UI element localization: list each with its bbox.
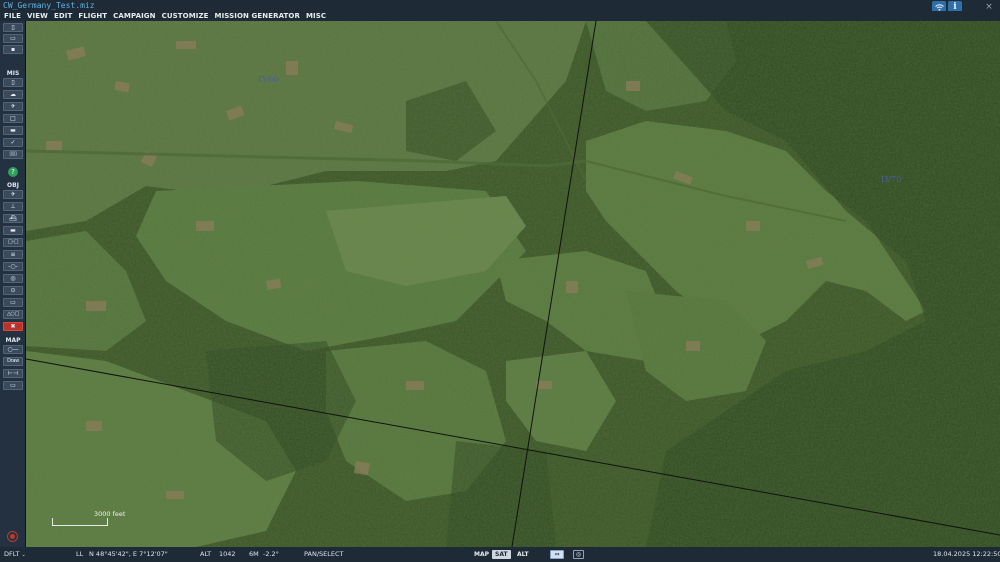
profile-value: DFLT: [4, 550, 20, 558]
map-toggle[interactable]: MAP: [471, 550, 493, 559]
compass-icon[interactable]: [7, 531, 18, 542]
menu-bar: FILE VIEW EDIT FLIGHT CAMPAIGN CUSTOMIZE…: [0, 11, 1000, 21]
coords-label: LL: [76, 550, 84, 558]
bullseye-icon[interactable]: ⊢⊣: [3, 369, 23, 378]
alt-value: 1042: [219, 550, 236, 558]
helicopter-icon[interactable]: ⊥: [3, 202, 23, 211]
menu-flight[interactable]: FLIGHT: [78, 11, 107, 21]
check-icon[interactable]: ✓: [3, 138, 23, 147]
menu-edit[interactable]: EDIT: [54, 11, 72, 21]
new-file-icon[interactable]: ▯: [3, 23, 23, 32]
window-title: CW_Germany_Test.miz: [3, 1, 95, 10]
ruler-icon[interactable]: ○—: [3, 345, 23, 354]
menu-customize[interactable]: CUSTOMIZE: [162, 11, 209, 21]
mode-indicator: PAN/SELECT: [304, 550, 344, 558]
zones-icon[interactable]: ▯▯▯: [3, 150, 23, 159]
open-file-icon[interactable]: ▭: [3, 34, 23, 43]
title-bar: CW_Germany_Test.miz i ×: [0, 0, 1000, 14]
menu-mission-generator[interactable]: MISSION GENERATOR: [215, 11, 300, 21]
alt-label: ALT: [200, 550, 212, 558]
alt-toggle[interactable]: ALT: [514, 550, 532, 559]
mag-label: 6M: [249, 550, 259, 558]
satellite-terrain: [26, 21, 1000, 547]
trigger-icon[interactable]: □: [3, 114, 23, 123]
scale-bar: [52, 518, 108, 526]
coords-value: N 48°45'42", E 7°12'07": [89, 550, 168, 558]
menu-misc[interactable]: MISC: [306, 11, 326, 21]
plane-icon[interactable]: ✈: [3, 190, 23, 199]
target-icon[interactable]: -○-: [3, 262, 23, 271]
menu-view[interactable]: VIEW: [27, 11, 48, 21]
draw-button[interactable]: Draw: [3, 357, 23, 366]
resource-icon[interactable]: ▬: [3, 126, 23, 135]
static-icon[interactable]: □-□: [3, 238, 23, 247]
group-icon[interactable]: ▭: [3, 298, 23, 307]
shapes-icon[interactable]: △○□: [3, 310, 23, 319]
camera-icon[interactable]: ◎: [573, 550, 584, 559]
scale-label: 3000 feet: [94, 510, 126, 518]
section-obj-label: OBJ: [7, 182, 19, 189]
zone-icon[interactable]: ◎: [3, 274, 23, 283]
layers-icon[interactable]: ▭: [3, 381, 23, 390]
delete-icon[interactable]: ✖: [3, 322, 23, 331]
sat-toggle[interactable]: SAT: [492, 550, 511, 559]
grid-toggle-icon[interactable]: ⇔: [550, 550, 564, 559]
aircraft-icon[interactable]: ✈: [3, 102, 23, 111]
vehicle-icon[interactable]: ▬: [3, 226, 23, 235]
nav-icon[interactable]: ⊙: [3, 286, 23, 295]
grid-label: LV70: [881, 175, 902, 184]
map-view[interactable]: LV60 LV70 3000 feet: [26, 21, 1000, 547]
weather-icon[interactable]: ☁: [3, 90, 23, 99]
chevron-down-icon: ⌄: [21, 552, 26, 558]
menu-campaign[interactable]: CAMPAIGN: [113, 11, 155, 21]
ship-icon[interactable]: ⛴: [3, 214, 23, 223]
grid-label: LV60: [258, 75, 279, 84]
save-file-icon[interactable]: ▪: [3, 45, 23, 54]
section-map-label: MAP: [5, 337, 21, 344]
farp-icon[interactable]: ≡: [3, 250, 23, 259]
help-icon[interactable]: ?: [8, 167, 18, 177]
briefing-icon[interactable]: ▯: [3, 78, 23, 87]
menu-file[interactable]: FILE: [4, 11, 21, 21]
datetime: 18.04.2025 12:22:50: [933, 550, 1000, 558]
profile-select[interactable]: DFLT ⌄: [4, 547, 26, 562]
left-toolbar: ▯ ▭ ▪ MIS ▯ ☁ ✈ □ ▬ ✓ ▯▯▯ ? OBJ ✈ ⊥ ⛴ ▬ …: [0, 21, 26, 547]
section-mis-label: MIS: [6, 70, 20, 77]
mag-value: -2.2°: [263, 550, 279, 558]
status-bar: DFLT ⌄ LL N 48°45'42", E 7°12'07" ALT 10…: [0, 547, 1000, 562]
